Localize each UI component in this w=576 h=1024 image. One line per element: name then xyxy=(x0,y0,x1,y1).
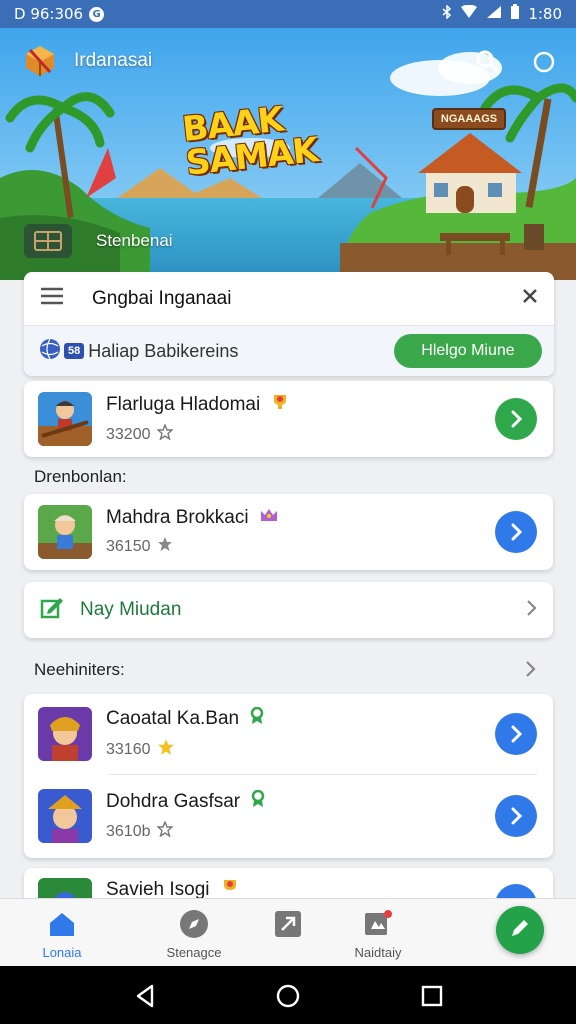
system-navigation-bar xyxy=(0,966,576,1024)
search-icon[interactable] xyxy=(474,48,502,76)
star-icon xyxy=(155,820,174,842)
link-row-label: Nay Miudan xyxy=(80,599,182,620)
status-time-right: 1:80 xyxy=(528,5,562,23)
hamburger-menu-icon[interactable] xyxy=(40,287,64,310)
panel-subtitle: Haliap Babikereins xyxy=(88,340,239,361)
nav-explore[interactable]: Stenagce xyxy=(144,909,244,960)
panel-action-button[interactable]: Hlelgo Miune xyxy=(394,334,542,368)
notification-badge: G xyxy=(89,6,105,22)
village-sign: NGAAAGS xyxy=(432,108,506,130)
nav-explore-label: Stenagce xyxy=(166,945,222,960)
share-icon xyxy=(238,909,338,939)
status-bar: D 96:306 G 1:80 xyxy=(0,0,576,28)
pencil-icon xyxy=(509,917,531,944)
open-item-button[interactable] xyxy=(495,511,537,553)
bottom-navigation: Lonaia Stenagce Naidtaiy xyxy=(0,898,576,966)
game-logo: BAAK SAMAK xyxy=(180,99,319,184)
back-icon[interactable] xyxy=(132,982,160,1010)
panel-title: Gngbai Inganaai xyxy=(92,287,232,309)
list-item-thumbnail xyxy=(38,707,92,761)
list-item-meta: 33160 xyxy=(106,740,151,758)
item-title: Mahdra Brokkaci xyxy=(106,507,249,528)
nav-home-label: Lonaia xyxy=(42,945,82,960)
list-item[interactable]: Caoatal Ka.Ban 33160 xyxy=(24,694,553,774)
panel-count-badge: 58 xyxy=(64,343,85,359)
star-icon xyxy=(157,738,175,761)
chevron-right-icon xyxy=(525,599,537,622)
battery-icon xyxy=(510,4,520,24)
featured-item-meta: 33200 xyxy=(106,425,151,443)
item-meta: 36150 xyxy=(106,537,151,555)
featured-item-title: Flarluga Hladomai xyxy=(106,394,261,415)
signal-icon xyxy=(486,5,502,23)
hero-chip-label: Stenbenai xyxy=(96,231,173,250)
compose-fab-button[interactable] xyxy=(496,906,544,954)
trophy-icon xyxy=(270,393,290,417)
star-icon xyxy=(155,423,174,445)
list-item-thumbnail xyxy=(38,789,92,843)
edit-square-icon xyxy=(40,597,64,624)
compass-icon xyxy=(144,909,244,939)
more-options-icon[interactable] xyxy=(530,48,558,76)
close-icon[interactable] xyxy=(522,288,538,309)
featured-item-thumbnail xyxy=(38,392,92,446)
nav-notifications-label: Naidtaiy xyxy=(354,945,402,960)
open-list-item-button[interactable] xyxy=(495,713,537,755)
nav-share[interactable] xyxy=(238,909,338,945)
nav-home[interactable]: Lonaia xyxy=(12,909,112,960)
notification-icon xyxy=(328,909,428,939)
wifi-icon xyxy=(460,4,478,23)
chevron-right-icon[interactable] xyxy=(520,659,540,679)
list-item-title: Caoatal Ka.Ban xyxy=(106,708,240,729)
list-card: Caoatal Ka.Ban 33160 Dohdra Gasfsar 3610… xyxy=(24,694,553,858)
open-featured-button[interactable] xyxy=(495,398,537,440)
gallery-icon xyxy=(24,224,72,258)
recents-icon[interactable] xyxy=(418,982,446,1010)
home-button-icon[interactable] xyxy=(274,982,302,1010)
award-icon xyxy=(249,706,265,731)
home-icon xyxy=(12,909,112,939)
nav-notifications[interactable]: Naidtaiy xyxy=(328,909,428,960)
award-icon xyxy=(250,789,266,814)
item-thumbnail xyxy=(38,505,92,559)
app-title: Irdanasai xyxy=(74,50,153,71)
bluetooth-icon xyxy=(442,4,452,23)
app-logo-icon xyxy=(22,42,58,78)
section-label-1: Drenbonlan: xyxy=(34,467,127,486)
list-item-meta: 3610b xyxy=(106,822,151,840)
list-item-title: Dohdra Gasfsar xyxy=(106,791,241,812)
section-label-2: Neehiniters: xyxy=(34,660,125,679)
star-icon xyxy=(157,536,173,557)
hero-chip[interactable]: Stenbenai xyxy=(24,224,173,258)
item-card[interactable]: Mahdra Brokkaci 36150 xyxy=(24,494,553,570)
link-row[interactable]: Nay Miudan xyxy=(24,582,553,638)
status-time-left: D 96:306 xyxy=(14,5,84,23)
info-panel: Gngbai Inganaai 58 Haliap Babikereins Hl… xyxy=(24,272,554,376)
crown-icon xyxy=(259,507,279,529)
globe-icon xyxy=(38,337,62,366)
list-item[interactable]: Dohdra Gasfsar 3610b xyxy=(24,775,553,857)
hero-banner: Irdanasai BAAK SAMAK NGAAAGS Stenbenai xyxy=(0,28,576,280)
open-list-item-button[interactable] xyxy=(495,795,537,837)
featured-item-card[interactable]: Flarluga Hladomai 33200 xyxy=(24,381,553,457)
